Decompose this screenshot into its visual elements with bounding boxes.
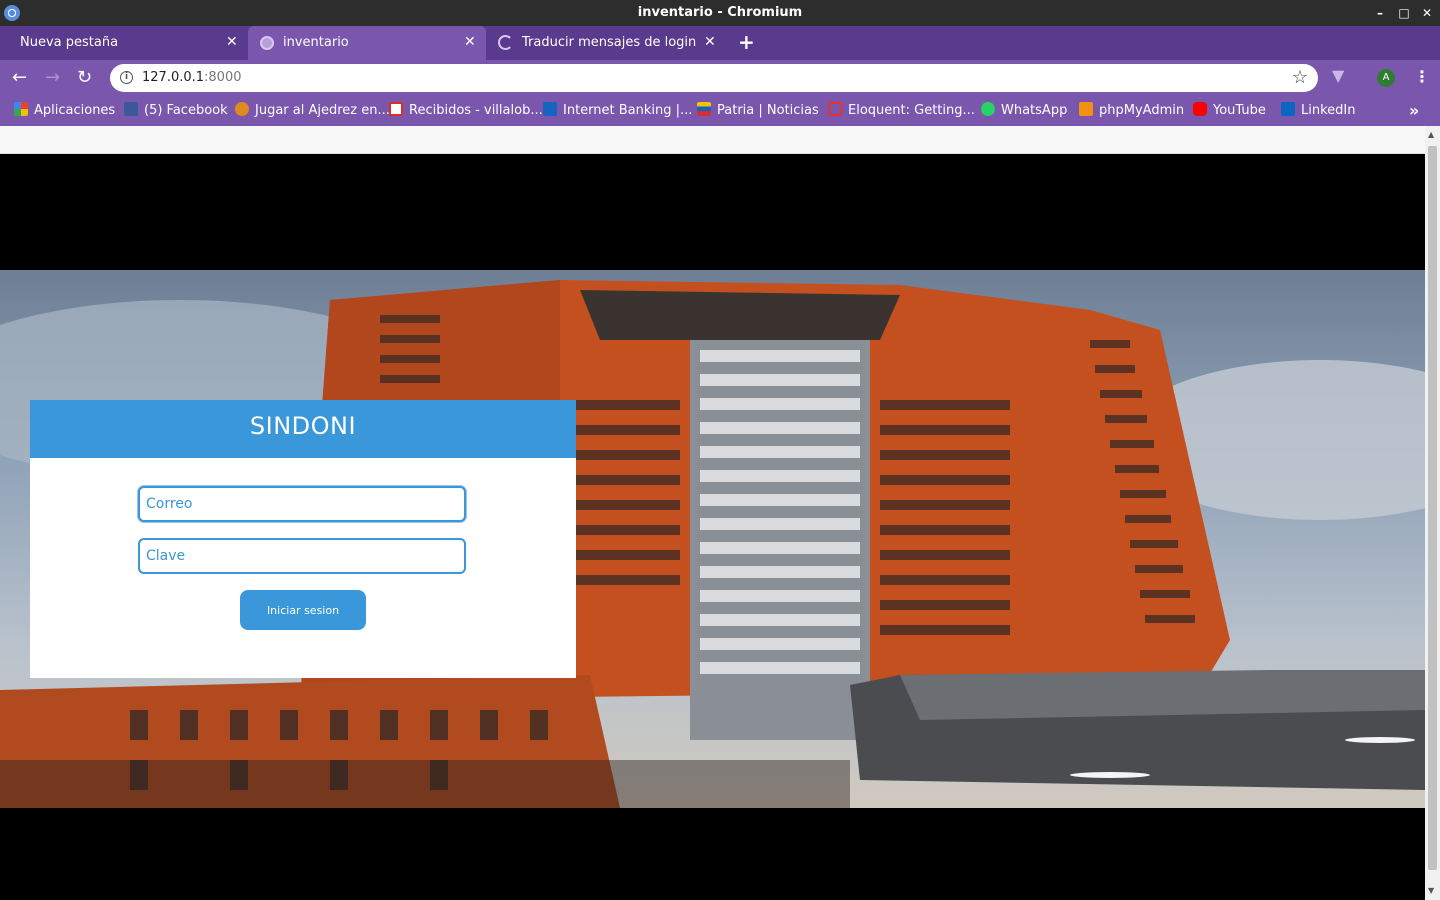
close-window-icon[interactable]: ✕	[1417, 3, 1437, 23]
window-titlebar: inventario - Chromium – □ ✕	[0, 0, 1440, 26]
tab-label: Traducir mensajes de login y au	[522, 35, 696, 50]
linkedin-icon	[1281, 102, 1295, 116]
bookmark-label: Recibidos - villalob...	[409, 103, 543, 118]
bookmark-linkedin[interactable]: LinkedIn	[1281, 102, 1355, 120]
menu-kebab-icon[interactable]: ⋮	[1414, 67, 1430, 86]
bookmark-ajedrez[interactable]: Jugar al Ajedrez en...	[235, 102, 390, 120]
youtube-icon	[1193, 102, 1207, 116]
bookmark-eloquent[interactable]: Eloquent: Getting...	[828, 102, 975, 120]
bookmarks-bar: Aplicaciones (5) Facebook Jugar al Ajedr…	[0, 96, 1440, 126]
bookmark-phpmyadmin[interactable]: phpMyAdmin	[1079, 102, 1184, 120]
vertical-scrollbar[interactable]: ▲ ▼	[1425, 126, 1440, 900]
scroll-down-icon[interactable]: ▼	[1428, 886, 1434, 895]
tab-traducir[interactable]: Traducir mensajes de login y au ✕	[488, 26, 726, 60]
bookmark-patria[interactable]: Patria | Noticias	[697, 102, 819, 120]
forward-icon[interactable]: →	[45, 67, 60, 88]
login-title: SINDONI	[249, 412, 357, 440]
bookmark-label: LinkedIn	[1301, 103, 1356, 118]
gmail-icon	[389, 102, 403, 116]
globe-icon	[260, 36, 274, 50]
bookmark-whatsapp[interactable]: WhatsApp	[981, 102, 1067, 120]
address-bar[interactable]: i 127.0.0.1:8000 ☆	[110, 64, 1318, 92]
password-field[interactable]	[138, 538, 466, 574]
bookmark-label: phpMyAdmin	[1099, 103, 1185, 118]
chess-icon	[235, 102, 249, 116]
bookmark-label: Aplicaciones	[34, 103, 116, 118]
bookmark-gmail[interactable]: Recibidos - villalob...	[389, 102, 543, 120]
back-icon[interactable]: ←	[12, 67, 27, 88]
bookmarks-overflow-icon[interactable]: »	[1409, 101, 1419, 120]
scrollbar-thumb[interactable]	[1428, 146, 1437, 870]
close-tab-icon[interactable]: ✕	[704, 34, 716, 50]
bookmark-label: YouTube	[1213, 103, 1266, 118]
profile-avatar[interactable]: A	[1377, 69, 1395, 87]
scroll-up-icon[interactable]: ▲	[1428, 130, 1434, 139]
bookmark-label: Internet Banking |...	[563, 103, 693, 118]
close-tab-icon[interactable]: ✕	[226, 34, 238, 50]
maximize-icon[interactable]: □	[1394, 3, 1414, 23]
tab-label: inventario	[283, 35, 349, 50]
whatsapp-icon	[981, 102, 995, 116]
bookmark-star-icon[interactable]: ☆	[1292, 67, 1308, 88]
login-card-header: SINDONI	[30, 400, 576, 458]
window-title: inventario - Chromium	[637, 5, 803, 20]
bookmark-label: Jugar al Ajedrez en...	[255, 103, 390, 118]
apps-grid-icon	[14, 102, 28, 116]
bookmark-aplicaciones[interactable]: Aplicaciones	[14, 102, 115, 120]
url-text: 127.0.0.1:8000	[142, 70, 242, 85]
laravel-icon	[828, 102, 842, 116]
phpmyadmin-icon	[1079, 102, 1093, 116]
login-button[interactable]: Iniciar sesion	[240, 590, 366, 630]
facebook-icon	[124, 102, 138, 116]
loading-spinner-icon	[498, 35, 513, 50]
extension-icon[interactable]: ▼	[1332, 66, 1344, 85]
url-host: 127.0.0.1	[142, 70, 205, 85]
page-viewport: SINDONI Iniciar sesion ▲ ▼	[0, 126, 1440, 900]
bookmark-label: WhatsApp	[1001, 103, 1068, 118]
tab-inventario[interactable]: inventario ✕	[248, 26, 486, 60]
page-top-strip	[0, 126, 1425, 154]
tab-label: Nueva pestaña	[20, 35, 119, 50]
bank-icon	[543, 102, 557, 116]
url-port: :8000	[204, 70, 242, 85]
new-tab-icon[interactable]: +	[738, 30, 755, 54]
patria-icon	[697, 102, 711, 116]
minimize-icon[interactable]: –	[1370, 3, 1390, 23]
close-tab-icon[interactable]: ✕	[464, 34, 476, 50]
bookmark-youtube[interactable]: YouTube	[1193, 102, 1266, 120]
bookmark-label: (5) Facebook	[144, 103, 228, 118]
site-info-icon[interactable]: i	[120, 71, 133, 84]
bookmark-label: Eloquent: Getting...	[848, 103, 975, 118]
tab-nueva-pestana[interactable]: Nueva pestaña ✕	[0, 26, 246, 60]
browser-toolbar: ← → ↻ i 127.0.0.1:8000 ☆	[0, 60, 1440, 96]
login-card: SINDONI Iniciar sesion	[30, 400, 576, 678]
bookmark-label: Patria | Noticias	[717, 103, 819, 118]
bookmark-facebook[interactable]: (5) Facebook	[124, 102, 228, 120]
bookmark-banking[interactable]: Internet Banking |...	[543, 102, 692, 120]
tab-strip: Nueva pestaña ✕ inventario ✕ Traducir me…	[0, 26, 1440, 60]
reload-icon[interactable]: ↻	[77, 67, 92, 88]
email-field[interactable]	[138, 486, 466, 522]
